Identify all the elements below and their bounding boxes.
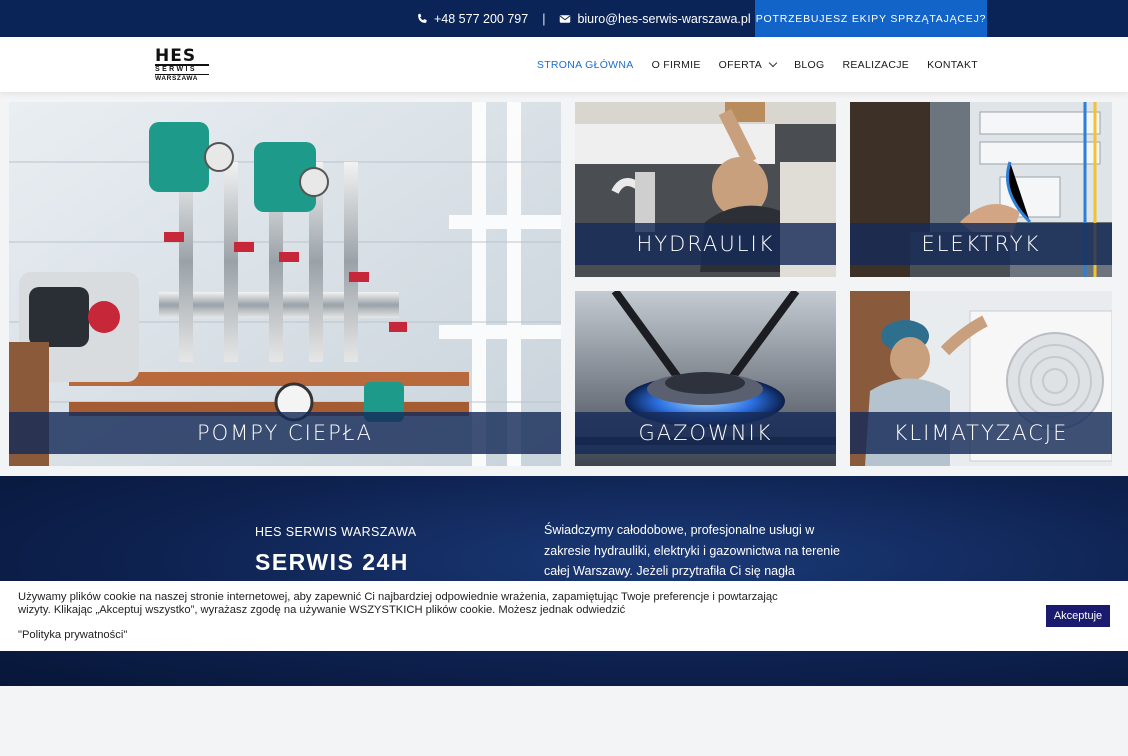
main-nav: STRONA GŁÓWNA O FIRMIE OFERTA BLOG REALI… — [537, 37, 978, 92]
nav-label: KONTAKT — [927, 58, 978, 71]
top-bar: +48 577 200 797 | biuro@hes-serwis-warsz… — [0, 0, 1128, 37]
logo-line-1: HES — [155, 46, 197, 66]
section-description: Świadczymy całodobowe, profesjonalne usł… — [544, 523, 840, 578]
logo-line-3: WARSZAWA — [155, 74, 209, 83]
chevron-down-icon — [768, 58, 778, 68]
nav-label: BLOG — [794, 58, 825, 71]
nav-item-offer[interactable]: OFERTA — [718, 58, 778, 71]
nav-item-projects[interactable]: REALIZACJE — [842, 59, 909, 71]
accept-cookies-button[interactable]: Akceptuje — [1046, 605, 1110, 627]
nav-item-contact[interactable]: KONTAKT — [927, 59, 978, 71]
tile-air-conditioning[interactable]: KLIMATYZACJE — [850, 291, 1112, 466]
phone-icon — [418, 13, 427, 23]
tile-label: GAZOWNIK — [575, 412, 836, 454]
nav-label: OFERTA — [718, 58, 763, 71]
logo-line-2: SERWIS — [155, 64, 209, 74]
tile-electrician[interactable]: ELEKTRYK — [850, 102, 1112, 277]
nav-label: O FIRMIE — [651, 58, 701, 71]
tile-plumber[interactable]: HYDRAULIK — [575, 102, 836, 277]
tile-label: KLIMATYZACJE — [850, 412, 1112, 454]
privacy-policy-link[interactable]: "Polityka prywatności" — [18, 629, 127, 641]
contact-separator: | — [542, 11, 546, 26]
phone-link[interactable]: +48 577 200 797 — [434, 12, 528, 26]
logo[interactable]: HES SERWIS WARSZAWA — [155, 46, 209, 83]
site-header: HES SERWIS WARSZAWA STRONA GŁÓWNA O FIRM… — [0, 37, 1128, 92]
nav-item-home[interactable]: STRONA GŁÓWNA — [537, 59, 634, 71]
nav-item-about[interactable]: O FIRMIE — [652, 59, 701, 71]
email-link[interactable]: biuro@hes-serwis-warszawa.pl — [577, 12, 750, 26]
tile-label: POMPY CIEPŁA — [9, 412, 561, 454]
cleaning-crew-button[interactable]: POTRZEBUJESZ EKIPY SPRZĄTAJĄCEJ? — [755, 0, 987, 37]
tile-heat-pumps[interactable]: POMPY CIEPŁA — [9, 102, 561, 466]
nav-label: STRONA GŁÓWNA — [536, 58, 634, 71]
nav-item-blog[interactable]: BLOG — [794, 59, 824, 71]
cookie-message: Używamy plików cookie na naszej stronie … — [18, 591, 778, 616]
nav-label: REALIZACJE — [842, 58, 910, 71]
tile-label: HYDRAULIK — [575, 223, 836, 265]
envelope-icon — [560, 14, 571, 23]
cookie-banner: Używamy plików cookie na naszej stronie … — [0, 581, 1128, 651]
section-title: SERWIS 24H — [255, 549, 409, 575]
section-subtitle: HES SERWIS WARSZAWA — [255, 525, 417, 539]
tile-label: ELEKTRYK — [850, 223, 1112, 265]
tile-gas-fitter[interactable]: GAZOWNIK — [575, 291, 836, 466]
contact-info: +48 577 200 797 | biuro@hes-serwis-warsz… — [416, 0, 751, 37]
